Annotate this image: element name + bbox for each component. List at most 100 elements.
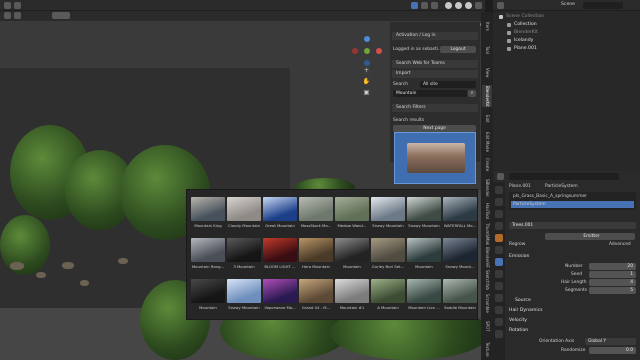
properties-search[interactable] bbox=[509, 173, 619, 180]
seed-field[interactable]: 1 bbox=[589, 271, 636, 278]
x-axis-icon[interactable] bbox=[376, 48, 382, 54]
sidebar-tab[interactable]: Scramble Tweaks bbox=[482, 292, 492, 314]
segments-field[interactable]: 5 bbox=[589, 287, 636, 294]
asset-result[interactable]: BLOOM LIGHT ... bbox=[263, 238, 297, 274]
properties-tab-icon[interactable] bbox=[495, 294, 503, 302]
outliner-item[interactable]: Icelandy bbox=[493, 37, 640, 45]
asset-result[interactable]: Vaporwave Mo... bbox=[263, 279, 297, 315]
properties-tab-icon[interactable] bbox=[495, 246, 503, 254]
sidebar-tab[interactable]: Edit Mode bbox=[482, 131, 492, 153]
sidebar-tab[interactable]: View bbox=[482, 62, 492, 84]
sidebar-tab[interactable]: Edit bbox=[482, 108, 492, 130]
properties-tab-icon[interactable] bbox=[495, 222, 503, 230]
asset-result[interactable]: Mountain bbox=[335, 238, 369, 274]
properties-tab-icon[interactable] bbox=[495, 306, 503, 314]
sidebar-tab[interactable]: ThumbMaker bbox=[482, 223, 492, 245]
selection-icon[interactable] bbox=[411, 2, 418, 9]
properties-tab-icon[interactable] bbox=[495, 318, 503, 326]
asset-result[interactable]: Mountain bbox=[407, 238, 441, 274]
asset-result[interactable]: WATERFALL Mo... bbox=[443, 197, 477, 233]
view-menu-icon[interactable] bbox=[4, 2, 11, 9]
sidebar-tab[interactable]: BlenderHF bbox=[482, 246, 492, 268]
sidebar-tab[interactable]: Item bbox=[482, 16, 492, 38]
properties-tab-icon[interactable] bbox=[495, 186, 503, 194]
asset-result[interactable]: Mountain King bbox=[191, 197, 225, 233]
search-result-preview[interactable] bbox=[394, 132, 476, 184]
hair-dynamics-header[interactable]: Hair Dynamics bbox=[509, 308, 543, 313]
outliner-item[interactable]: BlenderKit bbox=[493, 29, 640, 37]
sidebar-tab[interactable]: Tool bbox=[482, 39, 492, 61]
activation-header[interactable]: Activation / Log in bbox=[392, 32, 478, 40]
emission-header[interactable]: Emission bbox=[509, 254, 529, 259]
number-field[interactable]: 20 bbox=[589, 263, 636, 270]
asset-result[interactable]: 3 Mountain bbox=[227, 238, 261, 274]
properties-tab-icon[interactable] bbox=[495, 210, 503, 218]
teams-header[interactable]: Search Web for Teams bbox=[392, 60, 478, 68]
particle-system-list[interactable]: pls_Grass_Basic_A_springsummer ParticleS… bbox=[509, 192, 636, 210]
search-input[interactable]: Mountain bbox=[393, 90, 467, 97]
sidebar-tab[interactable]: Sketchfab bbox=[482, 269, 492, 291]
sidebar-tab[interactable]: SPOT bbox=[482, 315, 492, 337]
search-icon[interactable]: ⌕ bbox=[468, 90, 476, 97]
asset-result[interactable]: Grand 04 - M... bbox=[299, 279, 333, 315]
filter-dropdown[interactable]: All site bbox=[420, 81, 476, 88]
search-filters-toggle[interactable]: Search Filters bbox=[392, 104, 478, 112]
properties-tab-icon[interactable] bbox=[495, 270, 503, 278]
navigation-gizmo[interactable] bbox=[352, 36, 382, 66]
asset-result[interactable]: Great Mountain bbox=[263, 197, 297, 233]
asset-result[interactable]: Hero Mountain bbox=[299, 238, 333, 274]
snap-icon[interactable] bbox=[4, 12, 11, 19]
camera-view-icon[interactable]: ▣ bbox=[362, 88, 371, 97]
randomize-field[interactable]: 0.0 bbox=[589, 347, 636, 354]
shading-solid-icon[interactable] bbox=[445, 2, 452, 9]
z-axis-icon[interactable] bbox=[364, 36, 370, 42]
regrow-checkbox-label[interactable]: Regrow bbox=[509, 242, 525, 247]
y-axis-icon[interactable] bbox=[364, 48, 370, 54]
asset-result[interactable]: Cloudy Mountain bbox=[227, 197, 261, 233]
scene-label[interactable]: Scene bbox=[561, 2, 575, 7]
properties-tab-icon[interactable] bbox=[495, 198, 503, 206]
asset-result[interactable]: Mountain #1 bbox=[335, 279, 369, 315]
rotation-header[interactable]: Rotation bbox=[509, 328, 528, 333]
outliner-item[interactable]: Scene Collection bbox=[493, 13, 640, 21]
xray-icon[interactable] bbox=[431, 2, 438, 9]
outliner-search[interactable] bbox=[583, 2, 623, 9]
logout-button[interactable]: Logout bbox=[440, 46, 476, 53]
properties-editor-icon[interactable] bbox=[497, 173, 504, 180]
editor-type-icon[interactable] bbox=[497, 2, 504, 9]
asset-result[interactable]: Medow Wand... bbox=[335, 197, 369, 233]
asset-result[interactable]: Mountain Lion ... bbox=[407, 279, 441, 315]
particle-list-item-selected[interactable]: ParticleSystem bbox=[511, 201, 634, 208]
asset-result[interactable]: MossStock Mo... bbox=[299, 197, 333, 233]
pivot-icon[interactable] bbox=[52, 12, 70, 19]
asset-result[interactable]: Mountain bbox=[191, 279, 225, 315]
pan-hand-icon[interactable]: ✋ bbox=[362, 77, 371, 86]
source-header[interactable]: Source bbox=[515, 298, 531, 303]
emitter-tab[interactable]: Emitter bbox=[545, 233, 635, 240]
next-page-button[interactable]: Next page bbox=[393, 125, 476, 132]
outliner-item[interactable]: Collection bbox=[493, 21, 640, 29]
overlay-icon[interactable] bbox=[421, 2, 428, 9]
asset-result[interactable]: Saddle Mountain bbox=[443, 279, 477, 315]
proportional-icon[interactable] bbox=[14, 12, 21, 19]
asset-result[interactable]: Mountain Rang... bbox=[191, 238, 225, 274]
shading-options-icon[interactable] bbox=[475, 2, 482, 9]
sidebar-tab[interactable]: HairTool bbox=[482, 200, 492, 222]
asset-result[interactable]: A Mountain bbox=[371, 279, 405, 315]
velocity-header[interactable]: Velocity bbox=[509, 318, 527, 323]
outliner-item[interactable]: Plane.001 bbox=[493, 45, 640, 53]
sidebar-tab[interactable]: SBlender bbox=[482, 177, 492, 199]
particle-list-item[interactable]: pls_Grass_Basic_A_springsummer bbox=[513, 194, 587, 199]
asset-result[interactable]: Snowy Mountain bbox=[371, 197, 405, 233]
zoom-icon[interactable]: + bbox=[362, 66, 371, 75]
properties-tab-icon[interactable] bbox=[495, 330, 503, 338]
sidebar-tab[interactable]: Texture bbox=[482, 338, 492, 360]
import-header[interactable]: Import bbox=[392, 70, 478, 78]
neg-x-axis-icon[interactable] bbox=[352, 48, 358, 54]
asset-result[interactable]: Snowy Mountain bbox=[407, 197, 441, 233]
sidebar-tab[interactable]: Create bbox=[482, 154, 492, 176]
properties-tab-icon[interactable] bbox=[495, 258, 503, 266]
orientation-axis-dropdown[interactable]: Global Y bbox=[585, 338, 636, 345]
asset-result[interactable]: Gurley Burl Set... bbox=[371, 238, 405, 274]
tool-icon[interactable] bbox=[14, 2, 21, 9]
